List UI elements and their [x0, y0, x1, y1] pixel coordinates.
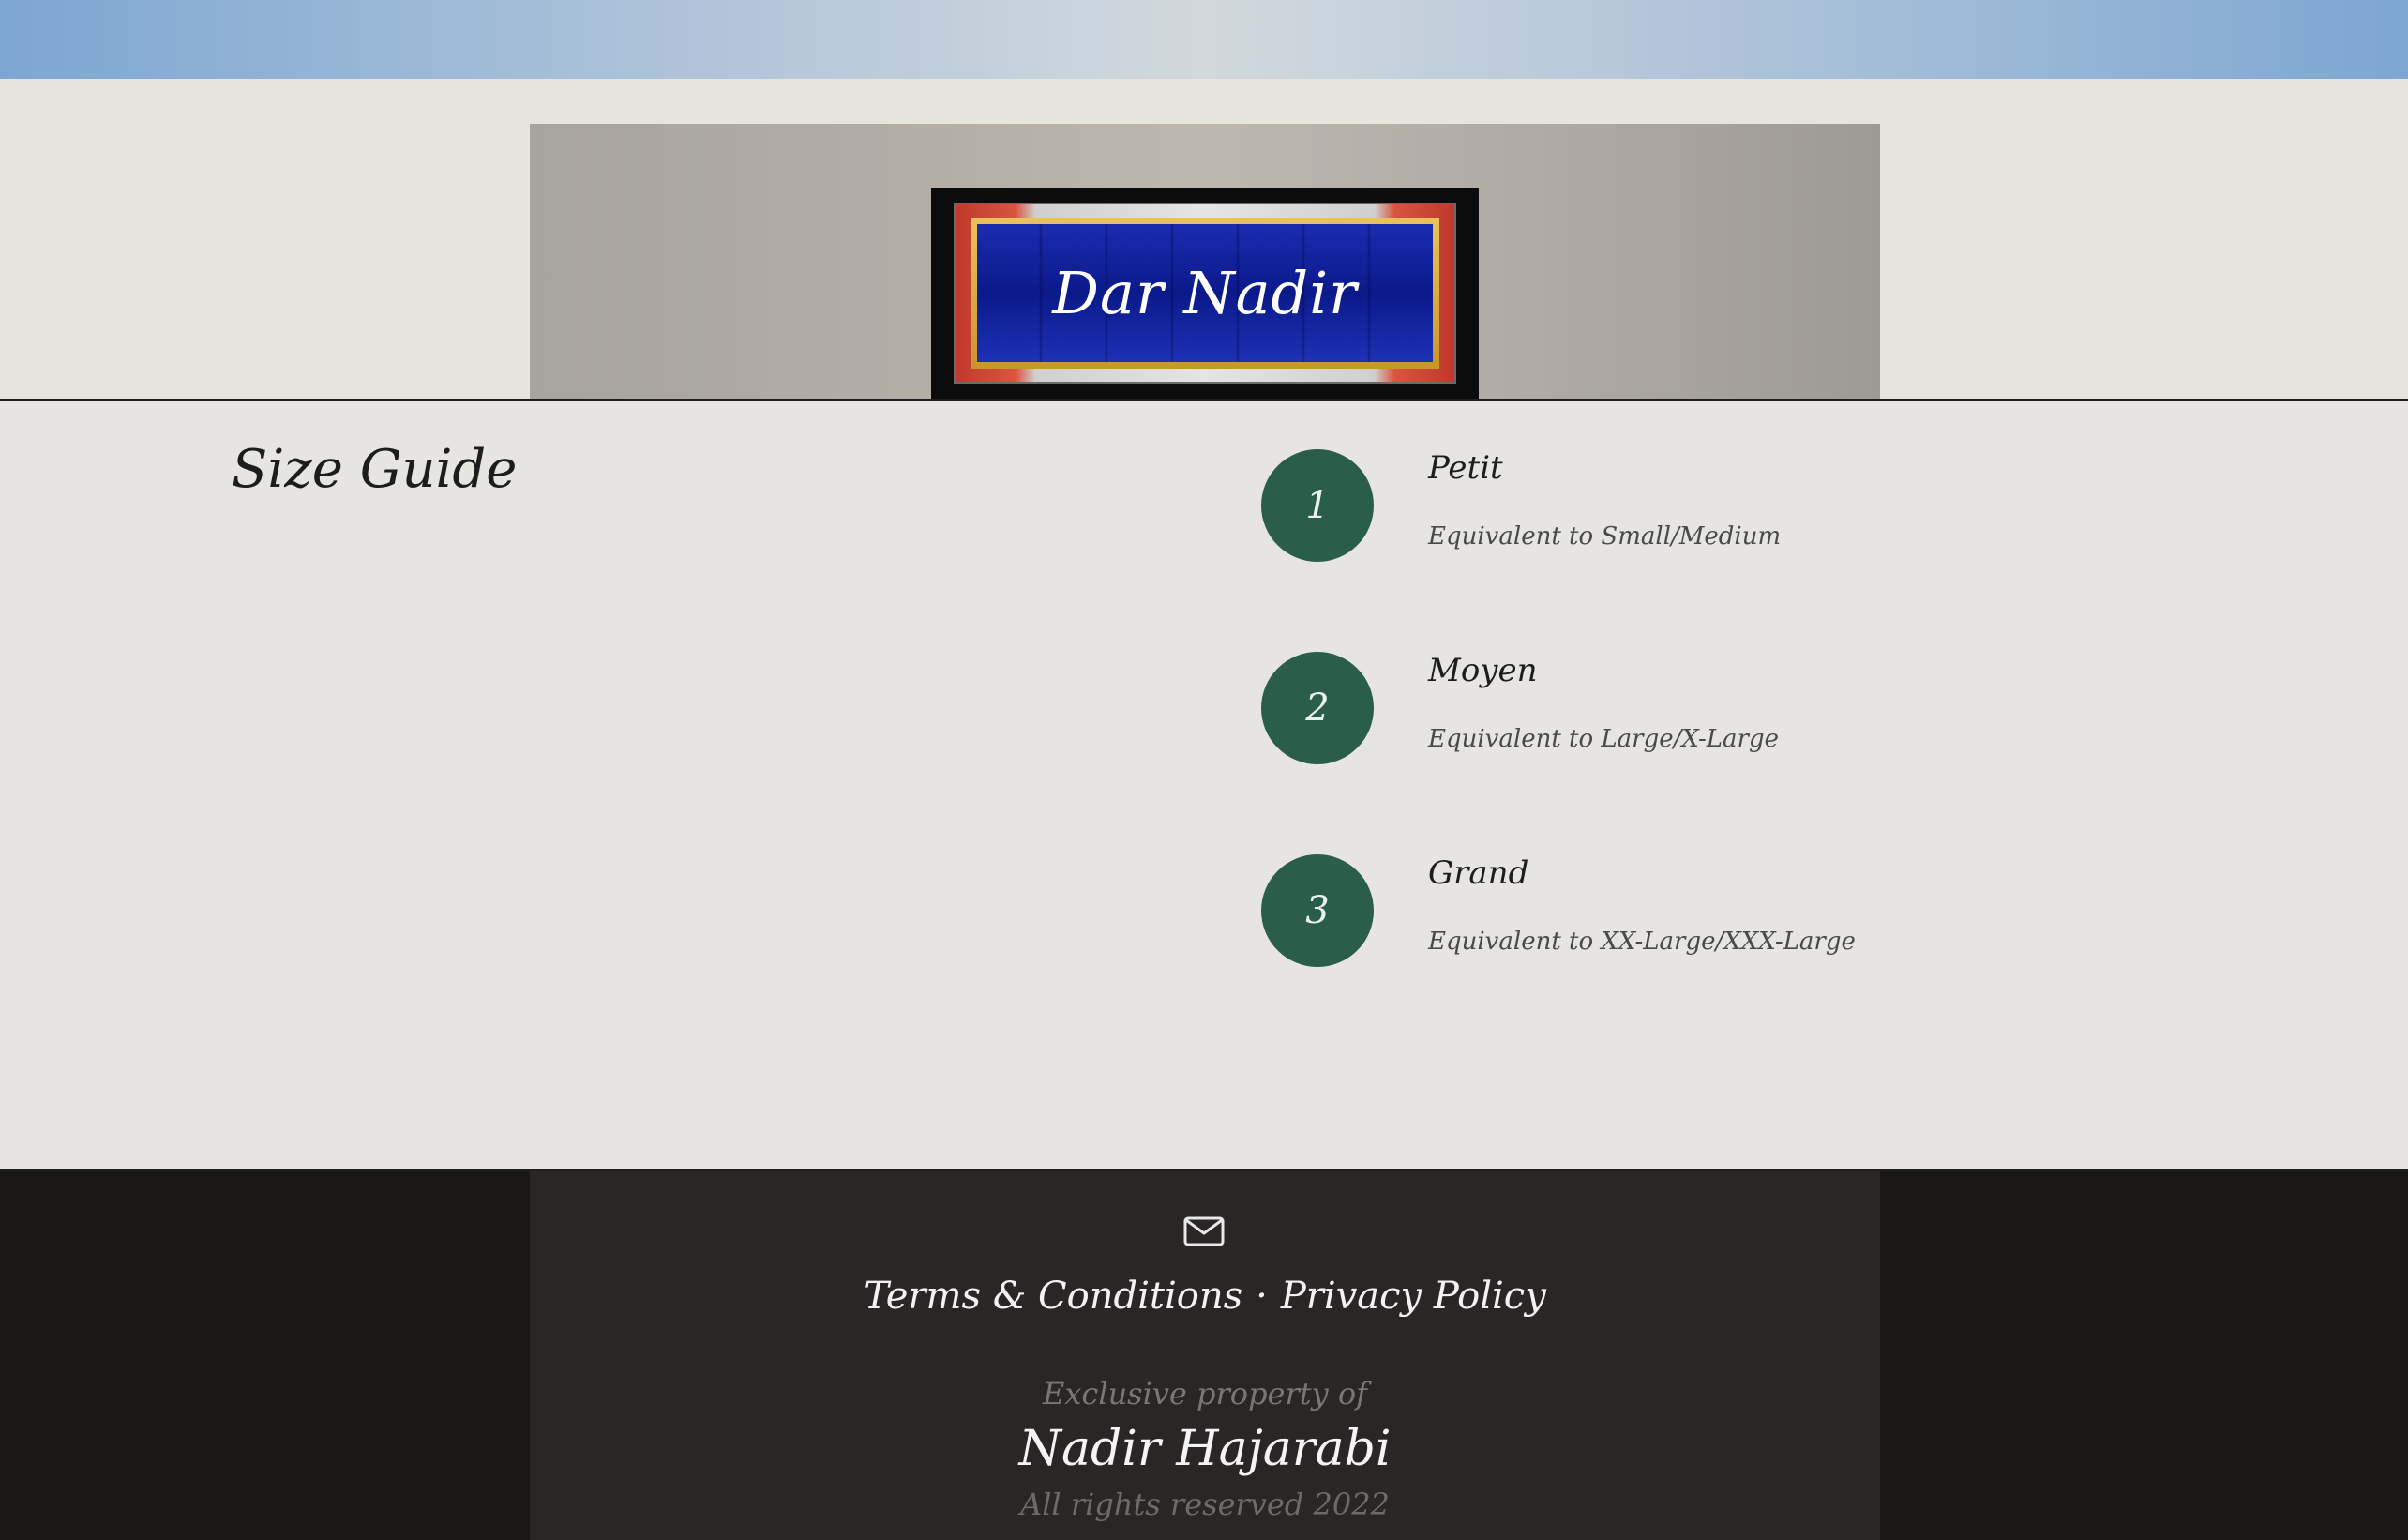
sky-banner: [0, 0, 2408, 79]
size-name: Grand: [1428, 854, 1529, 892]
size-item: 2 Moyen Equivalent to Large/X-Large: [1261, 652, 2105, 774]
logo-sign[interactable]: Dar Nadir: [931, 188, 1479, 399]
mail-icon[interactable]: [1183, 1216, 1225, 1246]
link-separator: ·: [1256, 1275, 1268, 1318]
size-description: Equivalent to Large/X-Large: [1428, 725, 1779, 753]
owner-prefix: Exclusive property of: [1043, 1376, 1367, 1412]
sign-panel: Dar Nadir: [977, 224, 1433, 362]
hero-section: Dar Nadir: [0, 79, 2408, 399]
storefront-wall: Dar Nadir: [530, 124, 1880, 399]
footer-content: Terms & Conditions · Privacy Policy Exclus…: [530, 1171, 1880, 1540]
terms-link[interactable]: Terms & Conditions: [864, 1275, 1242, 1318]
footer: Terms & Conditions · Privacy Policy Exclus…: [0, 1171, 2408, 1540]
size-number-badge: 2: [1261, 652, 1374, 764]
size-name: Petit: [1428, 449, 1503, 487]
brand-logo-text: Dar Nadir: [1052, 259, 1358, 327]
size-description: Equivalent to Small/Medium: [1428, 522, 1782, 551]
owner-name: Nadir Hajarabi: [1018, 1421, 1392, 1477]
size-number-badge: 3: [1261, 854, 1374, 967]
size-description: Equivalent to XX-Large/XXX-Large: [1428, 928, 1856, 956]
sign-border: Dar Nadir: [954, 203, 1456, 384]
footer-links: Terms & Conditions · Privacy Policy: [530, 1275, 1880, 1318]
size-item: 3 Grand Equivalent to XX-Large/XXX-Large: [1261, 854, 2105, 976]
size-number-badge: 1: [1261, 449, 1374, 562]
copyright-text: All rights reserved 2022: [1020, 1487, 1390, 1522]
privacy-link[interactable]: Privacy Policy: [1281, 1275, 1546, 1318]
size-item: 1 Petit Equivalent to Small/Medium: [1261, 449, 2105, 571]
page-title: Size Guide: [232, 439, 518, 500]
divider: [0, 399, 2408, 401]
size-name: Moyen: [1428, 652, 1538, 689]
sign-gold-frame: Dar Nadir: [971, 218, 1439, 369]
